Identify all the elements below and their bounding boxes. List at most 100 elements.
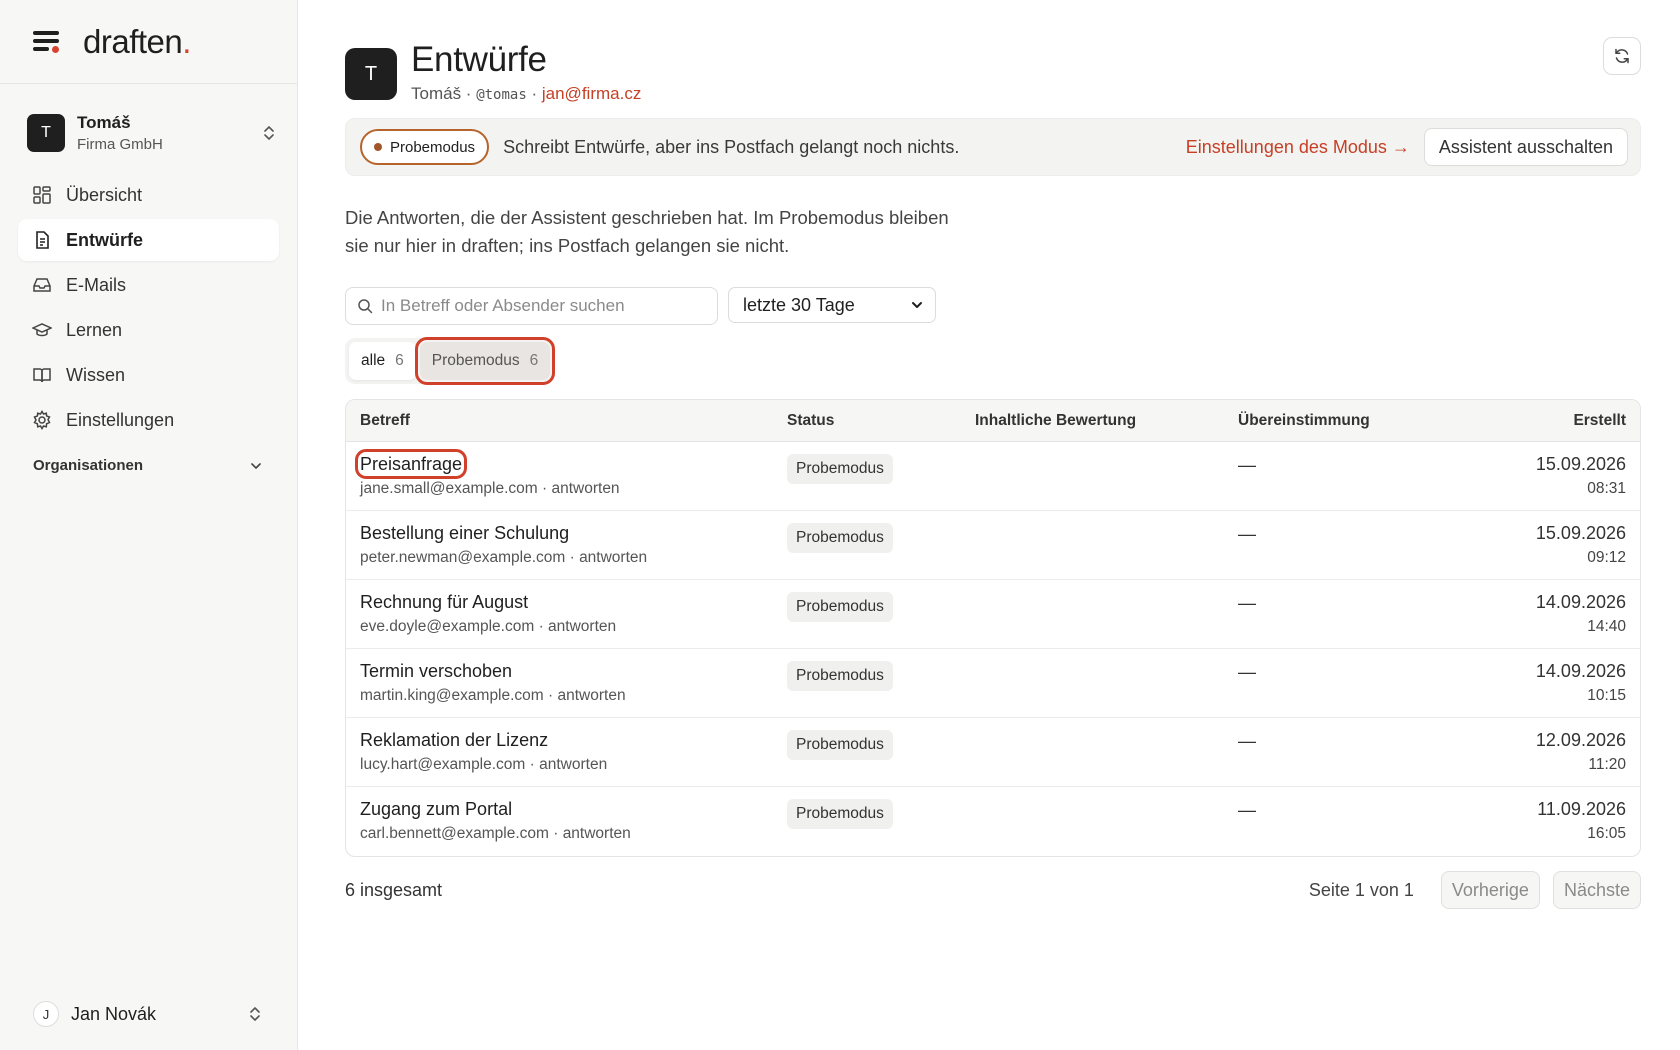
table-row[interactable]: Preisanfrage jane.small@example.com · ant… [346, 442, 1640, 511]
row-action: antworten [551, 480, 620, 497]
sidebar: draften. T Tomáš Firma GmbH Übersicht En… [0, 0, 298, 1050]
column-header-match[interactable]: Übereinstimmung [1238, 412, 1438, 430]
gear-icon [33, 410, 51, 430]
sidebar-item-wissen[interactable]: Wissen [18, 354, 279, 396]
refresh-button[interactable] [1603, 37, 1641, 75]
date-range-select[interactable]: letzte 30 Tage [728, 287, 936, 323]
sidebar-item-entwuerfe[interactable]: Entwürfe [18, 219, 279, 261]
document-icon [36, 231, 49, 249]
disable-assistant-button[interactable]: Assistent ausschalten [1423, 128, 1628, 166]
row-match: — [1238, 800, 1256, 820]
tab-label: alle [361, 352, 386, 369]
sidebar-item-label: Entwürfe [66, 229, 144, 250]
next-page-button[interactable]: Nächste [1552, 871, 1641, 909]
workspace-org: Firma GmbH [77, 136, 163, 153]
row-time: 09:12 [1587, 549, 1626, 566]
column-header-rating[interactable]: Inhaltliche Bewertung [975, 412, 1238, 430]
header-avatar: T [345, 48, 397, 100]
account-name: Tomáš [411, 84, 462, 103]
table-footer: 6 insgesamt Seite 1 von 1 Vorherige Näch… [345, 871, 1641, 909]
sidebar-item-uebersicht[interactable]: Übersicht [18, 174, 279, 216]
row-time: 08:31 [1587, 480, 1626, 497]
row-sender: carl.bennett@example.com [360, 825, 549, 842]
row-action: antworten [557, 687, 626, 704]
graduation-cap-icon [32, 323, 52, 337]
row-match: — [1238, 662, 1256, 682]
search-input[interactable] [381, 296, 706, 316]
total-count: 6 insgesamt [345, 879, 443, 900]
row-meta: carl.bennett@example.com · antworten [360, 825, 631, 842]
account-handle: @tomas [476, 87, 527, 103]
row-time: 14:40 [1587, 618, 1626, 635]
status-badge: Probemodus [787, 799, 893, 829]
workspace-name: Tomáš [77, 113, 131, 132]
row-time: 11:20 [1588, 756, 1626, 773]
mode-banner-text: Schreibt Entwürfe, aber ins Postfach gel… [503, 136, 960, 157]
column-header-subject[interactable]: Betreff [346, 412, 787, 430]
sidebar-item-einstellungen[interactable]: Einstellungen [18, 399, 279, 441]
sidebar-item-emails[interactable]: E-Mails [18, 264, 279, 306]
filter-tabs: alle 6 Probemodus 6 [345, 337, 556, 385]
table-row[interactable]: Zugang zum Portal carl.bennett@example.co… [346, 787, 1640, 856]
refresh-icon [1615, 48, 1629, 64]
tab-count: 6 [395, 352, 404, 369]
row-date: 15.09.2026 [1535, 523, 1626, 543]
row-subject[interactable]: Bestellung einer Schulung [360, 523, 569, 543]
row-match: — [1238, 731, 1256, 751]
row-subject[interactable]: Reklamation der Lizenz [360, 730, 548, 750]
row-date: 14.09.2026 [1535, 661, 1626, 681]
main-content: T Entwürfe Tomáš · @tomas · jan@firma.cz… [298, 0, 1680, 1050]
user-name: Jan Novák [71, 1003, 157, 1024]
page-info: Seite 1 von 1 [1308, 879, 1414, 900]
page-title: Entwürfe [411, 40, 547, 79]
search-field[interactable] [345, 287, 718, 325]
status-badge: Probemodus [787, 730, 893, 760]
sidebar-item-label: Lernen [66, 319, 123, 340]
sidebar-item-lernen[interactable]: Lernen [18, 309, 279, 351]
row-subject[interactable]: Rechnung für August [360, 592, 528, 612]
row-subject[interactable]: Termin verschoben [360, 661, 512, 681]
table-row[interactable]: Bestellung einer Schulung peter.newman@ex… [346, 511, 1640, 580]
table-row[interactable]: Rechnung für August eve.doyle@example.com… [346, 580, 1640, 649]
mode-settings-link[interactable]: Einstellungen des Modus → [1186, 137, 1410, 158]
mode-badge-label: Probemodus [390, 138, 476, 156]
account-email[interactable]: jan@firma.cz [542, 84, 641, 103]
sidebar-item-label: Übersicht [66, 184, 143, 205]
user-menu[interactable]: J Jan Novák [33, 998, 263, 1030]
table-row[interactable]: Reklamation der Lizenz lucy.hart@example.… [346, 718, 1640, 787]
row-action: antworten [548, 618, 617, 635]
row-match: — [1238, 524, 1256, 544]
workspace-switcher[interactable]: T Tomáš Firma GmbH [27, 108, 277, 158]
book-icon [33, 368, 51, 383]
row-subject[interactable]: Preisanfrage [354, 449, 468, 479]
sidebar-item-label: E-Mails [66, 274, 127, 295]
menu-icon[interactable] [33, 30, 59, 53]
tab-all[interactable]: alle 6 [349, 342, 416, 380]
column-header-status[interactable]: Status [787, 412, 975, 430]
previous-page-button[interactable]: Vorherige [1440, 871, 1540, 909]
status-dot-icon [374, 143, 382, 151]
search-icon [358, 299, 373, 314]
row-subject[interactable]: Zugang zum Portal [360, 799, 512, 819]
chevron-up-down-icon [264, 126, 274, 140]
row-date: 15.09.2026 [1535, 454, 1626, 474]
separator: · [461, 84, 477, 103]
tab-count: 6 [529, 352, 539, 369]
row-action: antworten [539, 756, 608, 773]
organizations-label: Organisationen [33, 457, 144, 474]
row-sender: eve.doyle@example.com [360, 618, 535, 635]
row-time: 10:15 [1587, 687, 1626, 704]
table-row[interactable]: Termin verschoben martin.king@example.com… [346, 649, 1640, 718]
row-action: antworten [562, 825, 631, 842]
chevron-down-icon [251, 462, 261, 469]
row-date: 12.09.2026 [1535, 730, 1626, 750]
row-match: — [1238, 593, 1256, 613]
tab-probemodus[interactable]: Probemodus 6 [414, 337, 556, 385]
page-description: Die Antworten, die der Assistent geschri… [345, 207, 949, 256]
filter-bar: letzte 30 Tage [345, 287, 1641, 325]
organizations-toggle[interactable]: Organisationen [33, 457, 263, 474]
row-sender: lucy.hart@example.com [360, 756, 526, 773]
column-header-created[interactable]: Erstellt [1438, 412, 1640, 430]
page-subtitle: Tomáš · @tomas · jan@firma.cz [411, 84, 641, 104]
row-date: 14.09.2026 [1535, 592, 1626, 612]
